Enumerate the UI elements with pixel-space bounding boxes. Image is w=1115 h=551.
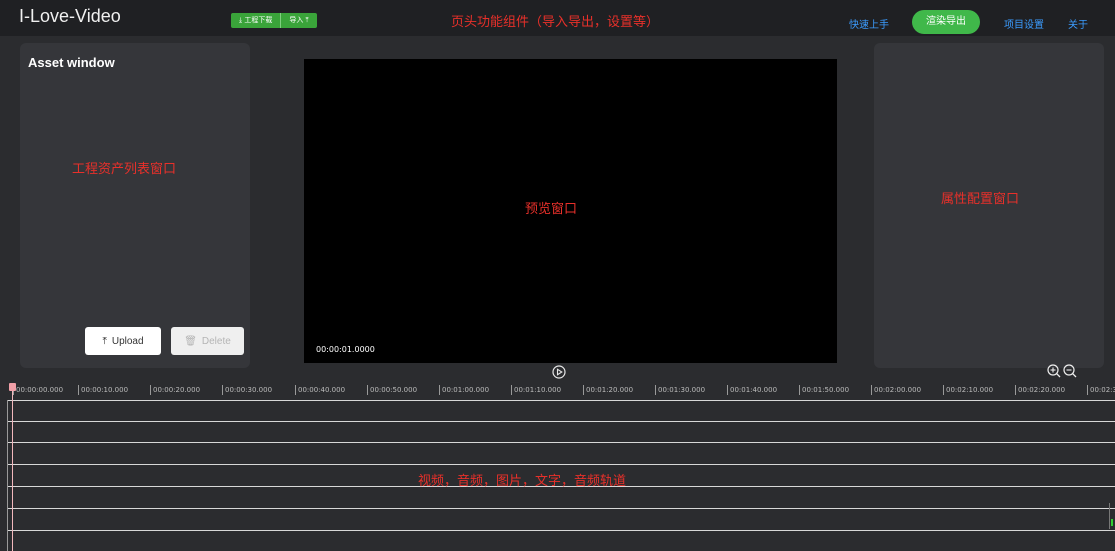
timeline-tick: 00:00:20.000 — [150, 385, 200, 395]
playhead-line[interactable] — [12, 386, 13, 551]
timeline-ruler[interactable]: 00:00:00.000 00:00:10.000 00:00:20.000 0… — [0, 380, 1115, 400]
zoom-in-icon[interactable] — [1047, 364, 1061, 378]
timeline-tick: 00:02:20.000 — [1015, 385, 1065, 395]
track-divider — [7, 442, 1115, 443]
preview-window[interactable]: 预览窗口 00:00:01.0000 — [304, 59, 837, 363]
project-button-group: ⤓ 工程下载 导入 ⤒ — [231, 13, 317, 28]
timeline-tick: 00:00:00.000 — [13, 385, 63, 395]
about-link[interactable]: 关于 — [1068, 16, 1088, 31]
timeline-tick: 00:02:10.000 — [943, 385, 993, 395]
delete-button[interactable]: 🗑 Delete — [171, 327, 244, 355]
timeline-tick: 00:01:10.000 — [511, 385, 561, 395]
timeline[interactable]: 00:00:00.000 00:00:10.000 00:00:20.000 0… — [0, 380, 1115, 551]
header-annotation: 页头功能组件（导入导出，设置等） — [451, 15, 660, 30]
timeline-tick: 00:01:30.000 — [655, 385, 705, 395]
track-divider — [7, 508, 1115, 509]
track-divider — [7, 464, 1115, 465]
upload-label: Upload — [111, 335, 144, 347]
asset-annotation: 工程资产列表窗口 — [72, 162, 177, 177]
timeline-tick: 00:00:50.000 — [367, 385, 417, 395]
asset-panel-title: Asset window — [28, 55, 115, 70]
asset-panel: Asset window 工程资产列表窗口 ⤒ Upload 🗑 Delete — [20, 43, 250, 368]
app-header: I-Love-Video ⤓ 工程下载 导入 ⤒ 页头功能组件（导入导出，设置等… — [0, 0, 1115, 36]
project-download-button[interactable]: ⤓ 工程下载 — [231, 13, 280, 28]
properties-panel: 属性配置窗口 — [874, 43, 1104, 368]
upload-button[interactable]: ⤒ Upload — [85, 327, 161, 355]
timeline-tick: 00:01:50.000 — [799, 385, 849, 395]
render-export-button[interactable]: 渲染导出 — [912, 10, 980, 34]
track-divider — [7, 400, 1115, 401]
upload-icon: ⤒ — [102, 335, 107, 347]
properties-annotation: 属性配置窗口 — [941, 192, 1020, 207]
track-divider — [7, 530, 1115, 531]
timeline-tick: 00:00:40.000 — [295, 385, 345, 395]
zoom-controls — [1047, 364, 1077, 378]
project-settings-link[interactable]: 项目设置 — [1004, 16, 1044, 31]
timeline-tick: 00:02:00.000 — [871, 385, 921, 395]
play-icon[interactable] — [552, 365, 566, 379]
timeline-left-edge — [7, 400, 8, 551]
timeline-tick: 00:02:30.000 — [1087, 385, 1115, 395]
timeline-tick: 00:01:00.000 — [439, 385, 489, 395]
preview-time-readout: 00:00:01.0000 — [316, 345, 375, 354]
preview-annotation: 预览窗口 — [525, 202, 578, 217]
import-button[interactable]: 导入 ⤒ — [280, 13, 316, 28]
quick-start-link[interactable]: 快速上手 — [849, 16, 889, 31]
timeline-tick: 00:00:10.000 — [78, 385, 128, 395]
zoom-out-icon[interactable] — [1063, 364, 1077, 378]
timeline-tick: 00:00:30.000 — [222, 385, 272, 395]
timeline-tick: 00:01:40.000 — [727, 385, 777, 395]
delete-label: Delete — [201, 335, 231, 347]
track-divider — [7, 421, 1115, 422]
app-title: I-Love-Video — [19, 6, 121, 26]
trash-icon: 🗑 — [184, 335, 197, 347]
playhead-handle[interactable] — [9, 383, 16, 391]
tracks-annotation: 视频，音频，图片，文字，音频轨道 — [418, 474, 627, 489]
timeline-tick: 00:01:20.000 — [583, 385, 633, 395]
track-clip-marker[interactable] — [1109, 503, 1113, 529]
